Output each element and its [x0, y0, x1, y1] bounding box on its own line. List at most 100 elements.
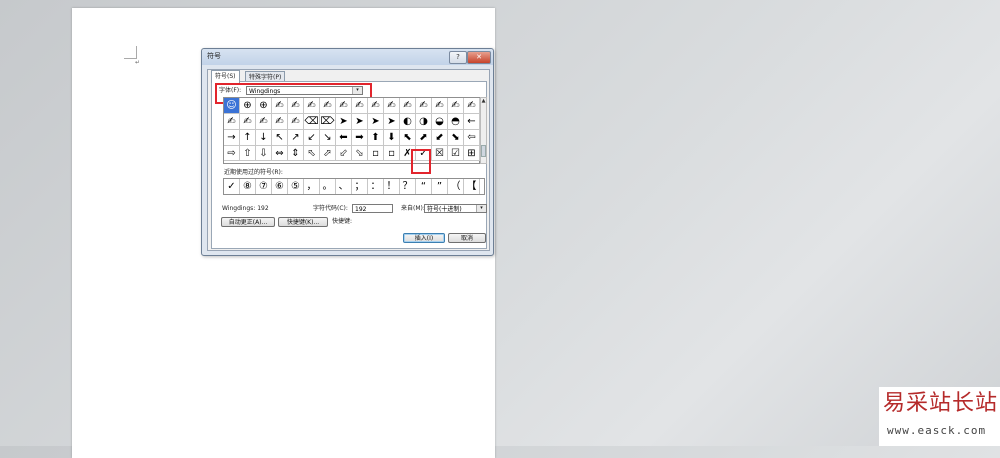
symbol-cell[interactable]: ⬈: [416, 130, 432, 146]
from-label: 来自(M):: [401, 205, 425, 212]
symbol-cell[interactable]: ✍: [384, 98, 400, 114]
symbol-cell[interactable]: ✍: [464, 98, 480, 114]
recent-symbol-cell[interactable]: ”: [432, 179, 448, 194]
symbol-cell[interactable]: →: [224, 130, 240, 146]
symbol-cell[interactable]: ➤: [352, 114, 368, 130]
paragraph-mark: ↵: [135, 59, 141, 66]
symbol-cell[interactable]: ✍: [288, 114, 304, 130]
symbol-cell[interactable]: ⬊: [448, 130, 464, 146]
symbol-cell[interactable]: ✍: [320, 98, 336, 114]
recent-symbol-cell[interactable]: ⑧: [240, 179, 256, 194]
recent-symbol-cell[interactable]: “: [416, 179, 432, 194]
symbol-cell[interactable]: ⬅: [336, 130, 352, 146]
symbol-cell[interactable]: ↓: [256, 130, 272, 146]
symbol-cell[interactable]: ⇩: [256, 146, 272, 161]
symbol-cell[interactable]: ⬃: [336, 146, 352, 161]
symbol-cell[interactable]: ⇦: [464, 130, 480, 146]
symbol-cell[interactable]: ↗: [288, 130, 304, 146]
symbol-cell[interactable]: ⊕: [256, 98, 272, 114]
symbol-cell[interactable]: ⬁: [304, 146, 320, 161]
symbol-cell[interactable]: ➤: [368, 114, 384, 130]
symbol-cell[interactable]: ➤: [336, 114, 352, 130]
symbol-cell[interactable]: ✍: [240, 114, 256, 130]
symbol-cell[interactable]: ✍: [448, 98, 464, 114]
symbol-cell[interactable]: ⬋: [432, 130, 448, 146]
char-code-input[interactable]: 192: [352, 204, 393, 213]
recent-symbol-cell[interactable]: ⑦: [256, 179, 272, 194]
close-button[interactable]: ✕: [467, 51, 491, 64]
symbol-cell[interactable]: ☑: [448, 146, 464, 161]
symbol-cell[interactable]: ◑: [416, 114, 432, 130]
recent-symbol-cell[interactable]: ：: [368, 179, 384, 194]
symbol-cell[interactable]: ⊞: [464, 146, 480, 161]
recent-symbol-cell[interactable]: ✓: [224, 179, 240, 194]
symbol-dialog: 符号 ? ✕ 符号(S) 特殊字符(P) 字体(F): Wingdings ▾ …: [201, 48, 494, 256]
symbol-cell[interactable]: ↖: [272, 130, 288, 146]
symbol-cell[interactable]: ⇧: [240, 146, 256, 161]
symbol-cell[interactable]: ➡: [352, 130, 368, 146]
symbol-cell[interactable]: ◒: [432, 114, 448, 130]
autocorrect-button[interactable]: 自动更正(A)...: [221, 217, 275, 227]
scroll-up-icon[interactable]: ▲: [481, 98, 486, 104]
symbol-cell[interactable]: ↙: [304, 130, 320, 146]
symbol-cell[interactable]: ✍: [272, 98, 288, 114]
symbol-grid[interactable]: ☺ ⊕ ⊕ ✍ ✍ ✍ ✍ ✍ ✍ ✍ ✍ ✍ ✍ ✍ ✍ ✍ ✍ ✍ ✍ ✍ ✍ ⌫ ⌦ ➤ ➤ ➤ ➤ ◐ ◑ ◒ ◓ ← → ↑ ↓ ↖ ↗ ↙ ↘ ⬅…: [223, 97, 480, 164]
symbol-cell[interactable]: ⌫: [304, 114, 320, 130]
symbol-cell[interactable]: ➤: [384, 114, 400, 130]
symbol-cell[interactable]: ✍: [288, 98, 304, 114]
from-select[interactable]: 符号(十进制) ▾: [424, 204, 487, 213]
symbol-cell[interactable]: ◓: [448, 114, 464, 130]
recent-symbol-cell[interactable]: ！: [384, 179, 400, 194]
symbol-cell[interactable]: ⌦: [320, 114, 336, 130]
symbol-cell[interactable]: ⬀: [320, 146, 336, 161]
recent-symbol-cell[interactable]: ；: [352, 179, 368, 194]
symbol-cell[interactable]: ✍: [400, 98, 416, 114]
symbol-cell[interactable]: ←: [464, 114, 480, 130]
dialog-titlebar[interactable]: 符号 ? ✕: [202, 49, 493, 65]
symbol-cell[interactable]: ⊕: [240, 98, 256, 114]
symbol-cell[interactable]: ▫: [384, 146, 400, 161]
watermark-brand: 易采站长站: [883, 391, 999, 416]
symbol-cell[interactable]: ☒: [432, 146, 448, 161]
recent-symbol-cell[interactable]: ⑤: [288, 179, 304, 194]
recent-symbol-cell[interactable]: 、: [336, 179, 352, 194]
symbol-cell[interactable]: ↘: [320, 130, 336, 146]
dialog-title: 符号: [207, 52, 221, 60]
symbol-cell[interactable]: ✍: [256, 114, 272, 130]
symbol-cell[interactable]: ↑: [240, 130, 256, 146]
symbol-cell[interactable]: ◐: [400, 114, 416, 130]
symbol-cell[interactable]: ⬆: [368, 130, 384, 146]
symbol-cell[interactable]: ☺: [224, 98, 240, 114]
margin-corner-mark: [124, 46, 137, 59]
symbol-cell[interactable]: ✍: [368, 98, 384, 114]
insert-button[interactable]: 插入(I): [403, 233, 445, 243]
symbol-cell[interactable]: ✍: [416, 98, 432, 114]
recent-symbol-cell[interactable]: ，: [304, 179, 320, 194]
tab-symbols[interactable]: 符号(S): [211, 70, 240, 83]
symbol-cell[interactable]: ⇨: [224, 146, 240, 161]
symbol-cell[interactable]: ✍: [304, 98, 320, 114]
recent-symbol-cell[interactable]: 。: [320, 179, 336, 194]
recent-symbol-cell[interactable]: （: [448, 179, 464, 194]
chevron-down-icon[interactable]: ▾: [476, 205, 486, 212]
symbol-cell[interactable]: ▫: [368, 146, 384, 161]
symbol-grid-scrollbar[interactable]: ▲: [480, 97, 487, 164]
help-button[interactable]: ?: [449, 51, 467, 64]
symbol-cell[interactable]: ⇕: [288, 146, 304, 161]
symbol-cell[interactable]: ⬂: [352, 146, 368, 161]
cancel-button[interactable]: 取消: [448, 233, 486, 243]
recent-symbol-cell[interactable]: ⑥: [272, 179, 288, 194]
shortcut-key-button[interactable]: 快捷键(K)...: [278, 217, 328, 227]
recent-symbol-cell[interactable]: ？: [400, 179, 416, 194]
char-code-label: 字符代码(C):: [313, 205, 348, 212]
symbol-cell[interactable]: ⬉: [400, 130, 416, 146]
symbol-cell[interactable]: ✍: [336, 98, 352, 114]
recent-symbol-cell[interactable]: 【: [464, 179, 480, 194]
symbol-cell[interactable]: ✍: [272, 114, 288, 130]
symbol-cell[interactable]: ✍: [432, 98, 448, 114]
symbol-cell[interactable]: ⬇: [384, 130, 400, 146]
symbol-cell[interactable]: ⇔: [272, 146, 288, 161]
scrollbar-thumb[interactable]: [481, 145, 486, 157]
symbol-cell[interactable]: ✍: [224, 114, 240, 130]
symbol-cell[interactable]: ✍: [352, 98, 368, 114]
